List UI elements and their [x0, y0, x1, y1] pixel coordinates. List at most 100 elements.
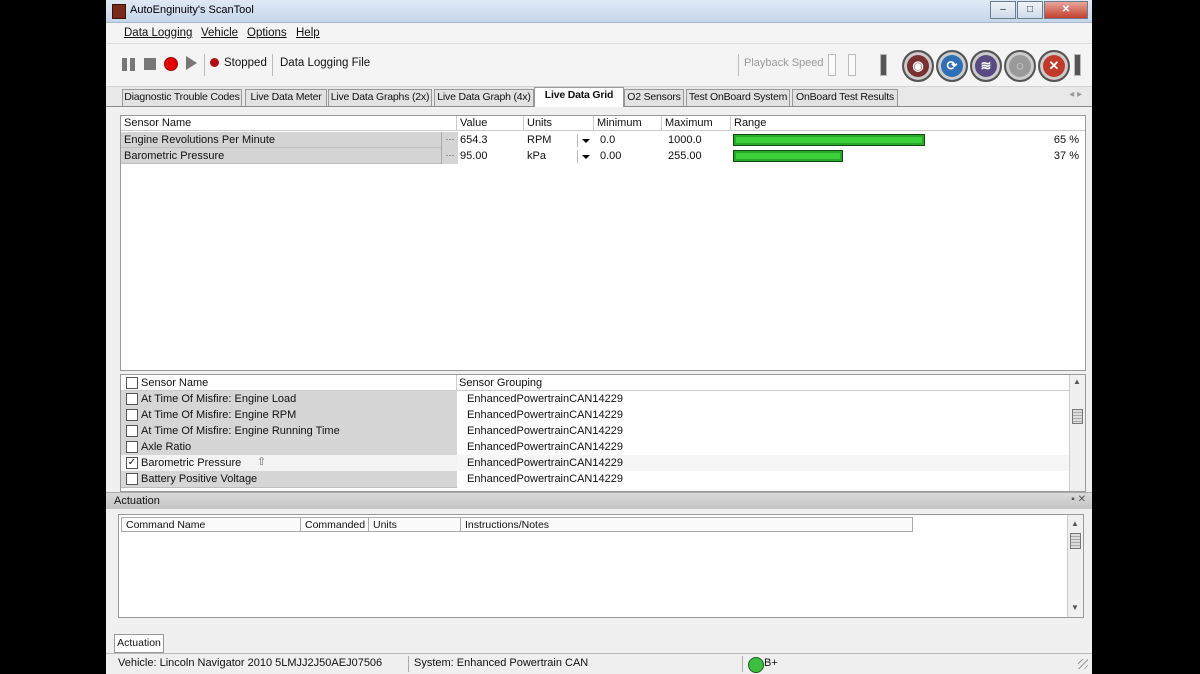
data-logging-file-button[interactable]: Data Logging File [280, 57, 370, 69]
list-item[interactable]: Battery Positive Voltage EnhancedPowertr… [121, 471, 1071, 488]
playback-speed-box[interactable] [848, 54, 856, 76]
list-item[interactable]: ✓ Barometric Pressure ⇧ EnhancedPowertra… [121, 455, 1071, 472]
stop-icon[interactable] [144, 58, 156, 70]
record-icon[interactable] [164, 57, 178, 71]
tab-live-data-graphs-2x[interactable]: Live Data Graphs (2x) [328, 89, 432, 106]
tab-actuation[interactable]: Actuation [114, 634, 164, 653]
status-bar: Vehicle: Lincoln Navigator 2010 5LMJJ2J5… [106, 653, 1092, 674]
menu-data-logging[interactable]: Data Logging [124, 27, 192, 39]
sensor-grouping: EnhancedPowertrainCAN14229 [467, 393, 623, 405]
sensor-list: Sensor Name Sensor Grouping At Time Of M… [120, 374, 1086, 492]
column-instructions-notes[interactable]: Instructions/Notes [461, 517, 913, 532]
actuation-title: Actuation [114, 495, 160, 507]
scroll-thumb[interactable] [1070, 533, 1081, 549]
column-minimum[interactable]: Minimum [594, 116, 662, 131]
list-item[interactable]: At Time Of Misfire: Engine Running Time … [121, 423, 1071, 440]
column-sensor-grouping[interactable]: Sensor Grouping [457, 375, 1070, 391]
scroll-up-icon[interactable]: ▲ [1071, 519, 1079, 528]
scroll-thumb[interactable] [1072, 409, 1083, 424]
grid-minimum: 0.00 [600, 150, 622, 162]
toolbar-separator [738, 54, 739, 76]
scroll-up-icon[interactable]: ▲ [1073, 377, 1081, 386]
sensor-item: Axle Ratio [121, 439, 457, 456]
actuation-scrollbar[interactable]: ▲ ▼ [1067, 515, 1083, 617]
play-icon[interactable] [186, 56, 197, 70]
actuation-pane-controls[interactable]: ▪ ✕ [1071, 494, 1086, 505]
ellipsis-button[interactable]: ··· [441, 132, 458, 148]
pause-icon[interactable] [122, 58, 136, 71]
tab-live-data-grid[interactable]: Live Data Grid [534, 87, 624, 107]
grid-maximum: 1000.0 [668, 134, 702, 146]
column-commanded[interactable]: Commanded [301, 517, 369, 532]
sensor-checkbox[interactable] [126, 441, 138, 453]
tab-onboard-test-results[interactable]: OnBoard Test Results [792, 89, 898, 106]
column-sensor-name[interactable]: Sensor Name [141, 375, 208, 391]
column-sensor-name[interactable]: Sensor Name [121, 116, 457, 131]
menu-help[interactable]: Help [296, 27, 320, 39]
menu-options[interactable]: Options [247, 27, 287, 39]
units-dropdown-icon[interactable] [577, 134, 594, 147]
list-item[interactable]: At Time Of Misfire: Engine RPM EnhancedP… [121, 407, 1071, 424]
tab-live-data-graph-4x[interactable]: Live Data Graph (4x) [434, 89, 534, 106]
menu-vehicle[interactable]: Vehicle [201, 27, 238, 39]
list-item[interactable]: Axle Ratio EnhancedPowertrainCAN14229 [121, 439, 1071, 456]
column-units[interactable]: Units [369, 517, 461, 532]
sensor-item: ✓ Barometric Pressure ⇧ [121, 455, 457, 472]
column-command-name[interactable]: Command Name [121, 517, 301, 532]
sensor-checkbox[interactable] [126, 393, 138, 405]
app-icon [112, 4, 126, 19]
grid-sensor-name: Engine Revolutions Per Minute [121, 132, 441, 148]
select-all-checkbox[interactable] [126, 377, 138, 389]
tab-o2-sensors[interactable]: O2 Sensors [624, 89, 684, 106]
resize-grip-icon[interactable] [1078, 659, 1088, 669]
scroll-down-icon[interactable]: ▼ [1071, 603, 1079, 612]
grid-row[interactable]: Engine Revolutions Per Minute ··· 654.3 … [121, 132, 1085, 148]
exit-icon[interactable]: ✕ [1038, 50, 1070, 82]
logging-status: Stopped [224, 57, 267, 69]
tab-scroll-arrows[interactable]: ◂ ▸ [1069, 89, 1082, 100]
playback-speed-slider[interactable] [828, 54, 836, 76]
vehicle-info: Vehicle: Lincoln Navigator 2010 5LMJJ2J5… [118, 657, 383, 669]
range-bar [733, 150, 1029, 162]
grid-maximum: 255.00 [668, 150, 702, 162]
disconnect-icon[interactable]: ◌ [1004, 50, 1036, 82]
sensor-checkbox-checked[interactable]: ✓ [126, 457, 138, 469]
sensor-item: At Time Of Misfire: Engine Load [121, 391, 457, 408]
sensor-checkbox[interactable] [126, 473, 138, 485]
sensor-checkbox[interactable] [126, 425, 138, 437]
sensor-item: At Time Of Misfire: Engine Running Time [121, 423, 457, 440]
actuation-grid: Command Name Commanded Units Instruction… [118, 514, 1084, 618]
column-value[interactable]: Value [457, 116, 524, 131]
sensor-list-scrollbar[interactable]: ▲ [1069, 375, 1085, 491]
window-title: AutoEnginuity's ScanTool [130, 4, 254, 16]
diagnostic-icon[interactable]: ◉ [902, 50, 934, 82]
grid-row[interactable]: Barometric Pressure ··· 95.00 kPa 0.00 2… [121, 148, 1085, 164]
grid-units: RPM [527, 134, 552, 146]
range-percent: 37 % [1053, 150, 1079, 162]
units-dropdown-icon[interactable] [577, 150, 594, 163]
tab-live-data-meter[interactable]: Live Data Meter [245, 89, 327, 106]
sensor-checkbox[interactable] [126, 409, 138, 421]
column-range[interactable]: Range [731, 116, 1085, 131]
window-controls: – □ ✕ [989, 1, 1088, 19]
scantool-window: AutoEnginuity's ScanTool – □ ✕ Data Logg… [106, 0, 1092, 674]
actuation-title-bar: Actuation ▪ ✕ [106, 492, 1092, 509]
close-button[interactable]: ✕ [1044, 1, 1088, 19]
maximize-button[interactable]: □ [1017, 1, 1043, 19]
tab-test-onboard-system[interactable]: Test OnBoard System [686, 89, 790, 106]
sensor-list-header: Sensor Name [121, 375, 457, 391]
list-item[interactable]: At Time Of Misfire: Engine Load Enhanced… [121, 391, 1071, 408]
refresh-icon[interactable]: ⟳ [936, 50, 968, 82]
connect-icon[interactable]: ≋ [970, 50, 1002, 82]
status-separator [408, 656, 409, 672]
sensor-name: At Time Of Misfire: Engine RPM [141, 409, 297, 421]
range-bar [733, 134, 1029, 146]
column-units[interactable]: Units [524, 116, 594, 131]
ellipsis-button[interactable]: ··· [441, 148, 458, 164]
tab-diagnostic-trouble-codes[interactable]: Diagnostic Trouble Codes [122, 89, 242, 106]
column-maximum[interactable]: Maximum [662, 116, 731, 131]
grid-value: 654.3 [460, 134, 488, 146]
live-data-grid: Sensor Name Value Units Minimum Maximum … [120, 115, 1086, 371]
menu-bar: Data Logging Vehicle Options Help [106, 23, 1092, 44]
minimize-button[interactable]: – [990, 1, 1016, 19]
